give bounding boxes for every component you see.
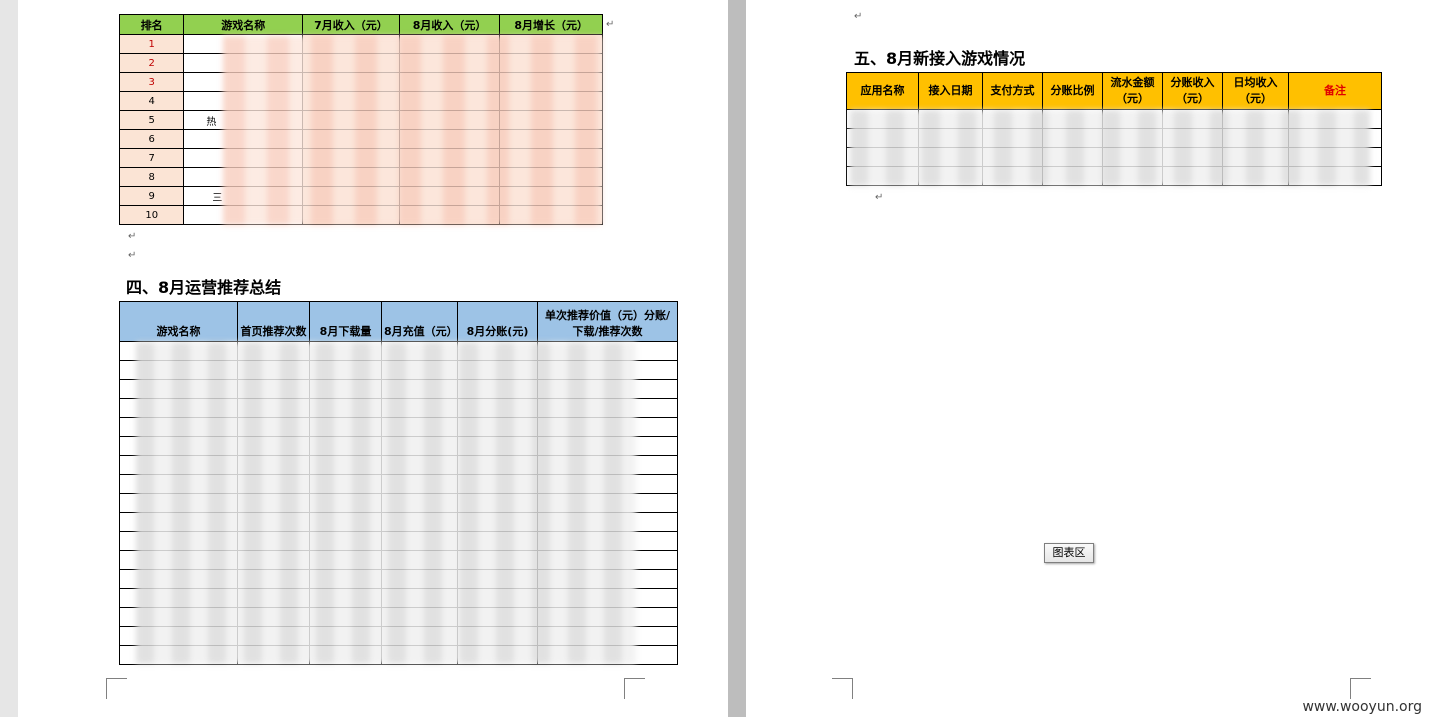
table-header-row: 排名 游戏名称 7月收入（元） 8月收入（元） 8月增长（元） (118, 14, 603, 35)
august-recharge-header: 8月充值（元） (381, 301, 458, 342)
rank-cell: 1 (118, 34, 185, 54)
access-date-header: 接入日期 (918, 72, 983, 110)
august-growth-header: 8月增长（元） (499, 14, 603, 35)
chart-area-button[interactable]: 图表区 (1044, 543, 1094, 563)
august-income-header: 8月收入（元） (398, 14, 501, 35)
homepage-recommend-header: 首页推荐次数 (237, 301, 310, 342)
section-title: 四、8月运营推荐总结 (126, 278, 282, 297)
app-name-header: 应用名称 (846, 72, 919, 110)
page-corner-mark (832, 678, 853, 699)
rank-header: 排名 (118, 14, 185, 35)
rank-cell: 10 (118, 205, 185, 225)
redacted-data (850, 110, 1370, 186)
august-downloads-header: 8月下载量 (309, 301, 382, 342)
partial-game-name: 热 (206, 116, 217, 128)
gutter-left (0, 0, 18, 717)
rank-cell: 2 (118, 53, 185, 73)
redacted-data (223, 36, 603, 225)
single-recommend-value-header: 单次推荐价值（元）分账/下载/推荐次数 (537, 301, 678, 342)
partial-game-name: 三 (212, 192, 223, 204)
document-page-right: ↵ 五、8月新接入游戏情况 应用名称 接入日期 支付方式 分账比例 流水金额（元… (746, 0, 1430, 717)
daily-income-header: 日均收入（元） (1222, 72, 1289, 110)
rank-cell: 8 (118, 167, 185, 187)
flow-amount-header: 流水金额（元） (1102, 72, 1163, 110)
remarks-header: 备注 (1288, 72, 1382, 110)
share-ratio-header: 分账比例 (1042, 72, 1103, 110)
table-header-row: 游戏名称 首页推荐次数 8月下载量 8月充值（元） 8月分账(元) 单次推荐价值… (119, 301, 678, 342)
table-header-row: 应用名称 接入日期 支付方式 分账比例 流水金额（元） 分账收入（元） 日均收入… (846, 72, 1382, 110)
document-page-left: 排名 游戏名称 7月收入（元） 8月收入（元） 8月增长（元） 1 2 3 4 … (18, 0, 728, 717)
payment-method-header: 支付方式 (982, 72, 1043, 110)
rank-cell: 4 (118, 91, 185, 111)
rank-cell: 6 (118, 129, 185, 149)
rank-cell: 7 (118, 148, 185, 168)
rank-cell: 5 (118, 110, 185, 130)
page-corner-mark (624, 678, 645, 699)
rank-cell: 9 (118, 186, 185, 206)
page-corner-mark (106, 678, 127, 699)
section-title: 五、8月新接入游戏情况 (854, 49, 1026, 68)
game-name-header: 游戏名称 (119, 301, 238, 342)
rank-cell: 3 (118, 72, 185, 92)
share-income-header: 分账收入（元） (1162, 72, 1223, 110)
page-corner-mark (1350, 678, 1371, 699)
redacted-data (136, 342, 636, 664)
watermark: www.wooyun.org (1302, 699, 1422, 715)
page-gutter (728, 0, 746, 717)
august-share-header: 8月分账(元) (457, 301, 538, 342)
game-name-header: 游戏名称 (183, 14, 304, 35)
july-income-header: 7月收入（元） (302, 14, 400, 35)
